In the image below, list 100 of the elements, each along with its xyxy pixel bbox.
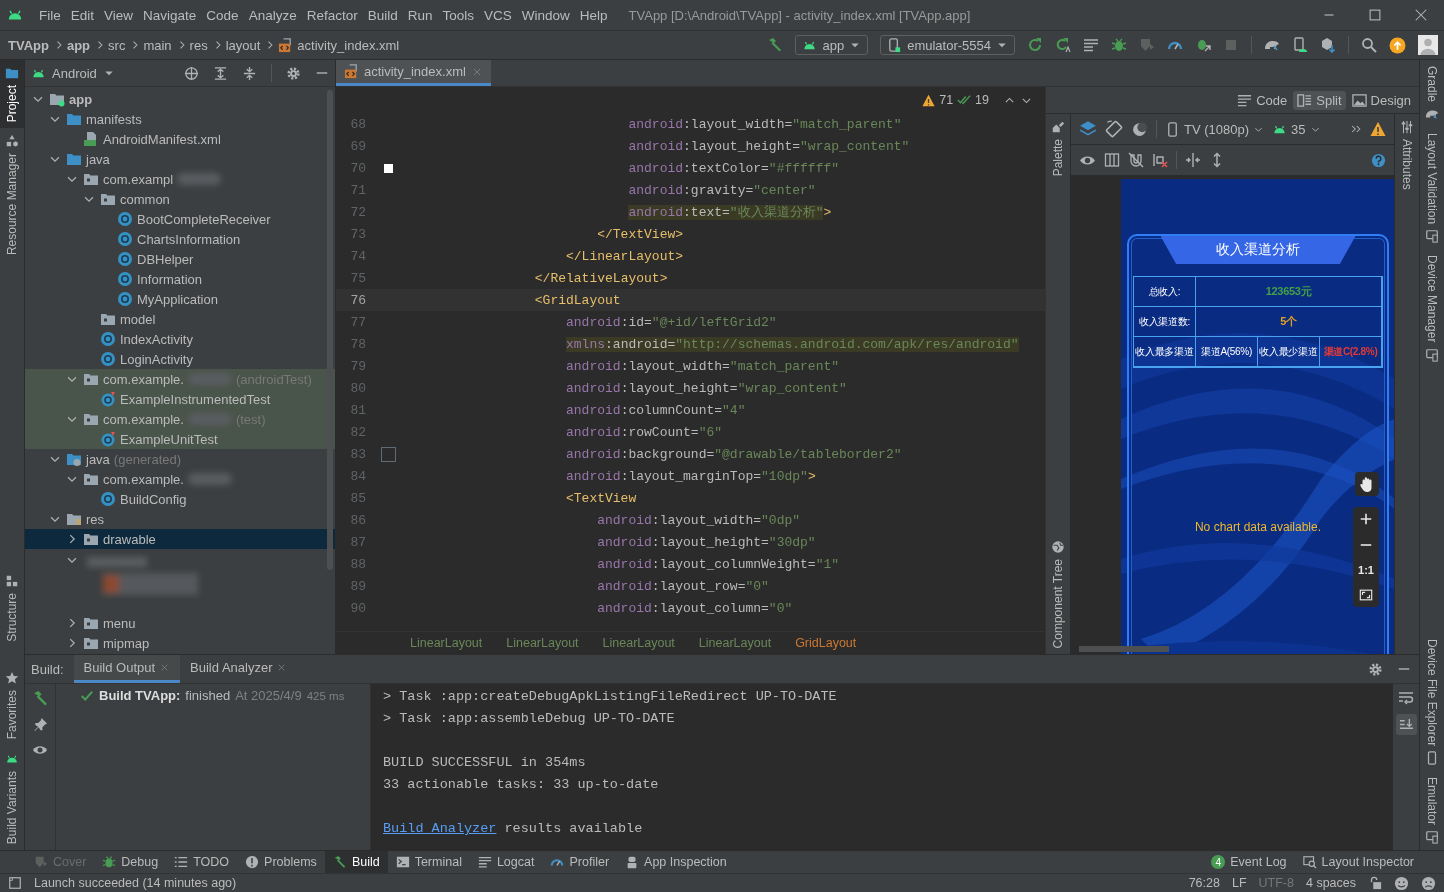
tool-window-tab[interactable]: Resource Manager (0, 128, 24, 262)
square-icon[interactable] (8, 876, 22, 890)
menubar-entry[interactable]: Build (362, 7, 403, 23)
pan-button[interactable] (1355, 472, 1379, 496)
tool-window-button[interactable]: TODO (166, 851, 238, 873)
phone-icon[interactable] (1292, 37, 1308, 53)
menubar-entry[interactable]: File (34, 7, 66, 23)
scrollbar[interactable] (327, 90, 333, 570)
tree-item[interactable]: com.example. (103, 411, 184, 427)
tool-window-tab[interactable]: Gradle (1420, 60, 1444, 128)
scroll-end-icon[interactable] (1398, 717, 1414, 732)
device-dropdown[interactable]: emulator-5554 (880, 35, 1015, 55)
panel-tab[interactable]: Build Output (73, 655, 181, 683)
tree-item[interactable]: BootCompleteReceiver (137, 211, 271, 227)
api-level-selector[interactable]: 35 (1272, 121, 1321, 137)
search-icon[interactable] (1361, 37, 1377, 53)
wrap-icon[interactable] (1398, 690, 1414, 706)
tree-item[interactable]: mipmap (103, 635, 150, 651)
breadcrumb-item[interactable]: src (108, 37, 126, 53)
collapse-all-icon[interactable] (242, 65, 257, 81)
maximize-icon[interactable] (1369, 9, 1381, 21)
sdk-icon[interactable] (1320, 37, 1336, 53)
tree-item[interactable]: Information (137, 271, 203, 287)
menubar-entry[interactable]: VCS (479, 7, 517, 23)
menubar-entry[interactable]: Analyze (243, 7, 302, 23)
update-icon[interactable] (1389, 36, 1406, 54)
breadcrumb-item[interactable]: activity_index.xml (297, 37, 400, 53)
tag-breadcrumb[interactable]: LinearLayout (410, 636, 483, 650)
cursor-position[interactable]: 76:28 (1188, 876, 1220, 890)
tree-item[interactable]: ExampleInstrumentedTest (120, 391, 271, 407)
bug-icon[interactable] (1195, 37, 1211, 53)
project-view-dropdown[interactable]: Android (31, 65, 115, 81)
expand-all-icon[interactable] (213, 65, 228, 81)
tool-window-button[interactable]: Profiler (542, 851, 618, 873)
tool-window-tab[interactable]: Favorites (0, 665, 24, 746)
close-icon[interactable] (1415, 9, 1427, 21)
view-mode-button[interactable]: Design (1347, 90, 1415, 110)
tree-item[interactable]: model (120, 311, 156, 327)
tag-breadcrumb[interactable]: GridLayout (795, 636, 857, 650)
refresh-icon[interactable] (1055, 37, 1071, 53)
tool-window-button[interactable]: Terminal (387, 851, 470, 873)
lines-icon[interactable] (1083, 37, 1099, 53)
frown-icon[interactable] (1421, 875, 1436, 891)
run-config-dropdown[interactable]: app (795, 35, 869, 55)
panel-tab[interactable]: Build Analyzer (180, 655, 298, 683)
tree-item[interactable]: BuildConfig (120, 491, 187, 507)
view-mode-button[interactable]: Split (1293, 90, 1346, 110)
tree-item[interactable]: app (69, 91, 93, 107)
gear-icon[interactable] (286, 65, 301, 81)
color-swatch[interactable] (383, 163, 393, 173)
editor-tab[interactable]: activity_index.xml (336, 60, 491, 86)
tree-item[interactable]: ChartsInformation (137, 231, 241, 247)
scrollbar[interactable] (1079, 646, 1169, 652)
tree-item[interactable]: java (86, 451, 110, 467)
tool-window-tab[interactable]: Component Tree (1046, 533, 1070, 654)
tag-breadcrumb[interactable]: LinearLayout (602, 636, 675, 650)
tool-window-button[interactable]: Problems (237, 851, 325, 873)
tool-window-button[interactable]: 4 Event Log (1203, 851, 1295, 873)
tool-window-button[interactable]: Layout Inspector (1294, 851, 1422, 873)
view-mode-button[interactable]: Code (1233, 90, 1292, 110)
menubar-entry[interactable]: Edit (65, 7, 100, 23)
tool-window-button[interactable]: Build (324, 851, 388, 873)
build-result-title[interactable]: Build TVApp: (99, 688, 181, 703)
tree-item[interactable]: menu (103, 615, 136, 631)
tool-window-tab[interactable]: Attributes (1395, 114, 1419, 196)
lock-icon[interactable] (1368, 876, 1382, 890)
actual-size-button[interactable]: 1:1 (1356, 562, 1376, 578)
tool-window-button[interactable]: App Inspection (617, 851, 735, 873)
menubar-entry[interactable]: Tools (437, 7, 479, 23)
tool-window-tab[interactable]: Structure (0, 567, 24, 648)
tree-item[interactable]: manifests (86, 111, 142, 127)
tree-item[interactable]: com.example. (103, 371, 184, 387)
breadcrumb-item[interactable]: res (189, 37, 208, 53)
menubar-entry[interactable]: Help (574, 7, 613, 23)
menubar-entry[interactable]: Code (201, 7, 244, 23)
help-icon[interactable] (1371, 152, 1386, 168)
bug-icon[interactable] (1111, 37, 1127, 53)
device-selector[interactable]: TV (1080p) (1165, 121, 1265, 137)
menubar-entry[interactable]: View (99, 7, 139, 23)
breadcrumb-item[interactable]: app (66, 37, 91, 53)
magnet-off-icon[interactable] (1128, 152, 1144, 168)
build-analyzer-link[interactable]: Build Analyzer (383, 821, 497, 836)
tool-window-tab[interactable]: Device File Explorer (1420, 632, 1444, 771)
tree-item[interactable]: com.exampl (103, 171, 174, 187)
columns-icon[interactable] (1104, 152, 1120, 168)
menubar-entry[interactable]: Window (516, 7, 575, 23)
refresh-icon[interactable] (1027, 37, 1043, 53)
tree-item[interactable]: common (120, 191, 170, 207)
menubar-entry[interactable]: Navigate (138, 7, 202, 23)
tree-item[interactable]: LoginActivity (120, 351, 193, 367)
tool-window-tab[interactable]: Build Variants (0, 745, 24, 850)
tool-window-tab[interactable]: Project (0, 60, 24, 129)
breadcrumb-item[interactable]: layout (225, 37, 261, 53)
tag-breadcrumb[interactable]: LinearLayout (698, 636, 772, 650)
tool-window-tab[interactable]: Emulator (1420, 770, 1444, 850)
smile-icon[interactable] (1394, 875, 1409, 891)
tree-item[interactable]: AndroidManifest.xml (103, 131, 221, 147)
drawable-preview[interactable] (380, 446, 396, 462)
tree-item[interactable]: ExampleUnitTest (120, 431, 218, 447)
tree-item[interactable]: IndexActivity (120, 331, 193, 347)
